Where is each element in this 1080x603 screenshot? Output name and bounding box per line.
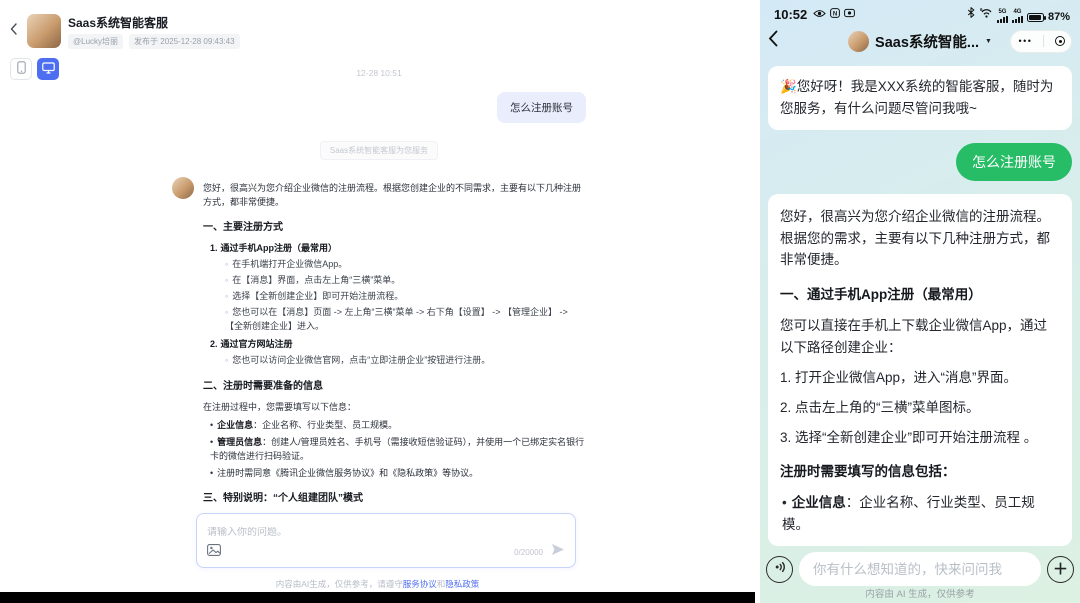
close-minimize-button[interactable] [1055,36,1066,46]
bot-welcome-bubble: 🎉您好呀！我是XXX系统的智能客服，随时为您服务，有什么问题尽管问我哦~ [768,66,1072,130]
message-block: 注册时需要填写的信息包括： [780,464,956,480]
miniprogram-capsule: ••• [1010,29,1072,53]
bot-message-row: 您好，很高兴为您介绍企业微信的注册流程。根据您创建企业的不同需求，主要有以下几种… [172,177,586,512]
status-time: 10:52 [774,6,808,22]
disclaimer: 内容由AI生成，仅供参考，请遵守服务协议和隐私政策 [0,578,755,590]
message-block: • 企业信息：企业名称、行业类型、员工规模。 [782,495,1035,533]
message-block: 您好，很高兴为您介绍企业微信的注册流程。根据您创建企业的不同需求，主要有以下几种… [203,183,582,207]
message-block: 在注册过程中，您需要填写以下信息： [203,401,357,412]
message-block: 一、通过手机App注册（最常用） [780,287,982,303]
screen-record-icon [844,5,856,23]
message-block: 三、特别说明：“个人组建团队”模式 [203,493,363,504]
disclaimer-text: 内容由AI生成，仅供参考，请遵守 [275,579,403,589]
signal-5g-icon: 5G [996,9,1008,23]
privacy-link[interactable]: 隐私政策 [445,579,479,589]
published-tag: 发布于 2025-12-28 09:43:43 [129,34,240,50]
char-counter: 0/20000 [514,547,543,557]
bot-avatar [848,30,870,52]
message-block: 1. 打开企业微信App，进入“消息”界面。 [780,369,1018,385]
message-block: ◦ 在手机端打开企业微信App。 [225,259,348,269]
message-block: •管理员信息：创建人姓名、手机号（需接收短信验证码），并使用绑定了实名银行卡的微… [780,545,1060,546]
send-button[interactable] [551,543,565,561]
mobile-composer: ＋ [760,552,1080,586]
page-title: Saas系统智能客服 [68,16,169,30]
voice-input-button[interactable] [766,555,793,583]
wifi-icon: 6 [979,5,993,23]
disclaimer: 内容由 AI 生成，仅供参考 [865,589,975,600]
message-block: 1. 通过手机App注册（最常用） [210,243,338,253]
question-input[interactable] [799,552,1041,586]
author-tag: @Lucky培丽 [68,34,124,50]
bot-reply-bubble: 您好，很高兴为您介绍企业微信的注册流程。根据您的需求，主要有以下几种注册方式，都… [768,193,1072,546]
nfc-icon: N [830,5,841,23]
message-block: 2. 通过官方网站注册 [210,339,293,349]
plus-button[interactable]: ＋ [1047,555,1074,583]
message-block: • 管理员信息：创建人/管理员姓名、手机号（需接收短信验证码），并使用一个已绑定实… [210,437,585,461]
message-block: ◦ 在【消息】界面，点击左上角“三横”菜单。 [225,275,401,285]
bot-avatar [27,14,61,48]
plus-icon: ＋ [1052,560,1068,578]
message-block: 一、主要注册方式 [203,222,283,233]
chevron-left-icon [768,30,778,52]
message-block: ◦ 选择【全新创建企业】即可开始注册流程。 [225,291,404,301]
eye-icon [813,5,826,23]
signal-4g-icon: 4G [1011,9,1023,23]
chat-area: 12-28 10:51 怎么注册账号 Saas系统智能客服为您服务 您好，很高兴… [172,68,586,512]
svg-text:N: N [833,11,837,17]
message-block: 二、注册时需要准备的信息 [203,380,323,392]
status-bar: 10:52 N 6 5G 4G 87% [760,0,1080,24]
message-block: ◦ 您也可以访问企业微信官网，点击“立即注册企业”按钮进行注册。 [225,355,491,365]
more-button[interactable]: ••• [1017,36,1033,46]
bot-avatar [172,177,194,199]
image-icon [207,543,221,561]
mobile-view-toggle[interactable] [10,58,32,81]
message-block: 您好，很高兴为您介绍企业微信的注册流程。根据您的需求，主要有以下几种注册方式，都… [780,208,1050,268]
desktop-view-toggle[interactable] [37,58,59,81]
bot-reply-message: 您好，很高兴为您介绍企业微信的注册流程。根据您创建企业的不同需求，主要有以下几种… [203,177,586,512]
chat-timestamp: 12-28 10:51 [356,68,402,78]
image-upload-button[interactable] [207,543,221,561]
terms-link[interactable]: 服务协议 [403,579,437,589]
capsule-divider [1043,35,1045,47]
user-message-bubble: 怎么注册账号 [497,92,586,123]
voice-icon [773,560,787,579]
message-block: 2. 点击左上角的“三横”菜单图标。 [780,399,980,415]
message-composer: 0/20000 [196,513,576,568]
back-button[interactable] [6,14,20,48]
mobile-preview-panel: 10:52 N 6 5G 4G 87% Saas系统智能... ▼ ••• 🎉您… [760,0,1080,603]
battery-icon [1026,13,1046,22]
phone-icon [16,61,26,77]
chevron-down-icon[interactable]: ▼ [985,38,992,45]
bottom-black-bar [0,592,755,603]
service-notice: Saas系统智能客服为您服务 [319,141,439,160]
desktop-header: Saas系统智能客服 @Lucky培丽 发布于 2025-12-28 09:43… [0,0,755,50]
send-icon [551,543,565,561]
bluetooth-icon [967,5,975,23]
chat-title: Saas系统智能... [875,34,979,51]
question-input[interactable] [207,527,565,538]
message-block: 3. 选择“全新创建企业”即可开始注册流程 。 [780,429,1038,445]
desktop-preview-panel: Saas系统智能客服 @Lucky培丽 发布于 2025-12-28 09:43… [0,0,755,603]
header-text: Saas系统智能客服 @Lucky培丽 发布于 2025-12-28 09:43… [68,14,240,50]
mobile-nav-bar: Saas系统智能... ▼ ••• [760,24,1080,58]
screenshot-root: Saas系统智能客服 @Lucky培丽 发布于 2025-12-28 09:43… [0,0,1080,603]
message-block: 您可以直接在手机上下载企业微信App，通过以下路径创建企业： [780,318,1048,356]
battery-percent: 87% [1047,11,1070,23]
disclaimer-conj: 和 [436,579,446,589]
mobile-chat-area: 🎉您好呀！我是XXX系统的智能客服，随时为您服务，有什么问题尽管问我哦~ 怎么注… [760,58,1080,546]
message-block: • 企业信息：企业名称、行业类型、员工规模。 [210,420,398,430]
message-block: ◦ 您也可以在【消息】页面 -> 左上角“三横”菜单 -> 右下角【设置】 -> … [225,307,568,331]
monitor-icon [41,62,55,77]
chevron-left-icon [10,22,17,40]
message-block: • 注册时需同意《腾讯企业微信服务协议》和《隐私政策》等协议。 [210,467,479,478]
back-button[interactable] [768,30,778,52]
user-message-bubble: 怎么注册账号 [956,142,1072,181]
